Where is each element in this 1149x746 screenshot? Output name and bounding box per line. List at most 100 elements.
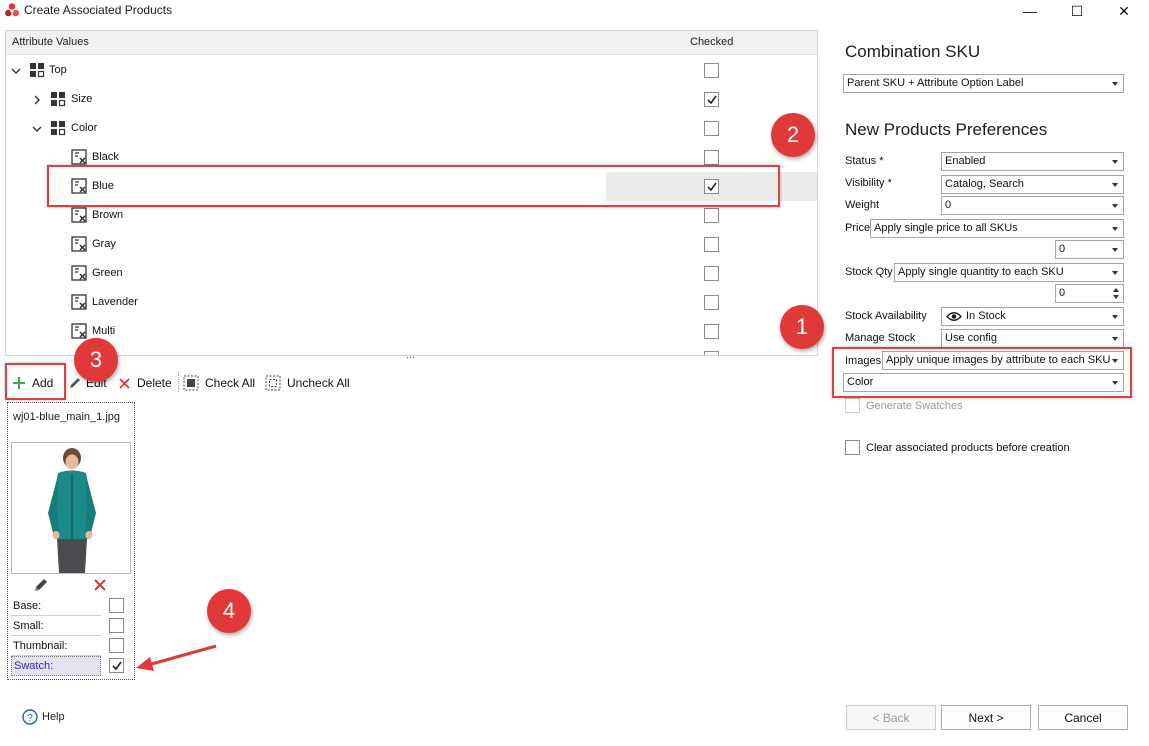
spin-up-icon[interactable] [1113, 288, 1119, 292]
help-link[interactable]: Help [42, 711, 65, 723]
tree-row-size[interactable]: Size [6, 85, 817, 114]
checked-checkbox-color[interactable] [704, 121, 719, 136]
tree-label-brown: Brown [92, 209, 124, 221]
stock-availability-select[interactable]: In Stock [941, 307, 1124, 326]
attribute-value-icon [71, 236, 87, 252]
checked-checkbox-top[interactable] [704, 63, 719, 78]
attribute-icon [51, 121, 66, 136]
product-image[interactable] [11, 442, 131, 574]
role-label-base: Base: [13, 600, 42, 612]
back-button[interactable]: < Back [846, 705, 936, 730]
check-all-label: Check All [205, 376, 256, 390]
column-checked[interactable]: Checked [690, 36, 733, 48]
uncheck-all-button[interactable]: Uncheck All [265, 373, 350, 393]
dropdown-arrow-icon [1112, 227, 1118, 231]
role-row-swatch: Swatch: [11, 656, 101, 676]
delete-button[interactable]: Delete [118, 373, 172, 393]
price-mode-select[interactable]: Apply single price to all SKUs [870, 219, 1124, 238]
maximize-button[interactable]: ☐ [1054, 0, 1100, 22]
close-window-button[interactable]: ✕ [1101, 0, 1147, 22]
generate-swatches-checkbox[interactable] [845, 398, 860, 413]
chevron-down-icon[interactable] [32, 124, 42, 134]
highlight-blue-row [47, 165, 780, 207]
checked-checkbox-green[interactable] [704, 266, 719, 281]
toolbar-separator [178, 372, 179, 392]
spin-down-icon[interactable] [1113, 295, 1119, 299]
tree-row-green[interactable]: Green [6, 259, 817, 288]
remove-image-x-icon[interactable] [93, 578, 107, 592]
stock-availability-label: Stock Availability [845, 310, 927, 322]
delete-label: Delete [137, 376, 172, 390]
checked-checkbox-gray[interactable] [704, 237, 719, 252]
generate-swatches-label: Generate Swatches [866, 400, 963, 412]
app-logo-icon [5, 3, 19, 17]
callout-1: 1 [780, 305, 824, 349]
tree-row-gray[interactable]: Gray [6, 230, 817, 259]
help-icon[interactable]: ? [22, 709, 38, 725]
tree-row-top[interactable]: Top [6, 56, 817, 85]
attribute-icon [51, 92, 66, 107]
role-checkbox-swatch[interactable] [109, 658, 124, 673]
clear-associated-label: Clear associated products before creatio… [866, 442, 1070, 454]
price-value-select[interactable]: 0 [1055, 240, 1124, 259]
status-select[interactable]: Enabled [941, 152, 1124, 171]
checked-checkbox-next[interactable] [704, 351, 719, 355]
role-checkbox-base[interactable] [109, 598, 124, 613]
attribute-value-icon [71, 294, 87, 310]
attribute-value-icon [71, 323, 87, 339]
callout-2: 2 [771, 113, 815, 157]
checked-checkbox-black[interactable] [704, 150, 719, 165]
attribute-set-icon [30, 63, 45, 78]
clear-associated-checkbox[interactable] [845, 440, 860, 455]
eye-icon [946, 312, 962, 321]
role-label-thumbnail: Thumbnail: [13, 640, 68, 652]
role-checkbox-thumbnail[interactable] [109, 638, 124, 653]
tree-label-color: Color [71, 122, 98, 134]
weight-select[interactable]: 0 [941, 196, 1124, 215]
role-row-thumbnail: Thumbnail: [11, 636, 101, 656]
checked-checkbox-lavender[interactable] [704, 295, 719, 310]
tree-row-multi[interactable]: Multi [6, 317, 817, 346]
weight-value: 0 [945, 199, 952, 211]
role-checkbox-small[interactable] [109, 618, 124, 633]
price-mode-value: Apply single price to all SKUs [874, 222, 1018, 234]
chevron-right-icon[interactable] [32, 95, 42, 105]
visibility-label: Visibility * [845, 177, 892, 189]
combination-sku-select[interactable]: Parent SKU + Attribute Option Label [843, 74, 1124, 93]
next-button[interactable]: Next > [941, 705, 1031, 730]
uncheck-all-icon [265, 375, 281, 391]
pencil-icon [70, 378, 80, 388]
checked-checkbox-multi[interactable] [704, 324, 719, 339]
callout-3: 3 [74, 338, 118, 382]
dropdown-arrow-icon [1112, 160, 1118, 164]
dropdown-arrow-icon [1112, 337, 1118, 341]
checked-checkbox-brown[interactable] [704, 208, 719, 223]
dropdown-arrow-icon [1112, 183, 1118, 187]
window-title: Create Associated Products [24, 3, 173, 17]
edit-image-pencil-icon[interactable] [33, 577, 49, 593]
tree-row-color[interactable]: Color [6, 114, 817, 143]
annotation-arrow [136, 644, 217, 671]
visibility-select[interactable]: Catalog, Search [941, 175, 1124, 194]
visibility-value: Catalog, Search [945, 178, 1024, 190]
delete-x-icon [119, 377, 130, 389]
minimize-button[interactable]: — [1007, 0, 1053, 22]
status-label: Status * [845, 155, 884, 167]
column-attribute-values[interactable]: Attribute Values [12, 36, 89, 48]
check-all-button[interactable]: Check All [183, 373, 255, 393]
panel-splitter[interactable]: ... [406, 349, 415, 361]
checked-checkbox-size[interactable] [704, 92, 719, 107]
tree-row-lavender[interactable]: Lavender [6, 288, 817, 317]
manage-stock-select[interactable]: Use config [941, 329, 1124, 348]
chevron-down-icon[interactable] [11, 66, 21, 76]
stock-qty-spinner[interactable]: 0 [1055, 284, 1124, 303]
svg-text:?: ? [27, 713, 33, 724]
combination-sku-heading: Combination SKU [845, 42, 981, 61]
role-row-small: Small: [11, 616, 101, 636]
cancel-button[interactable]: Cancel [1038, 705, 1128, 730]
stock-qty-mode-select[interactable]: Apply single quantity to each SKU [894, 263, 1124, 282]
dropdown-arrow-icon [1112, 248, 1118, 252]
preferences-heading: New Products Preferences [845, 120, 1048, 139]
attribute-value-icon [71, 207, 87, 223]
stock-availability-value: In Stock [966, 310, 1006, 322]
